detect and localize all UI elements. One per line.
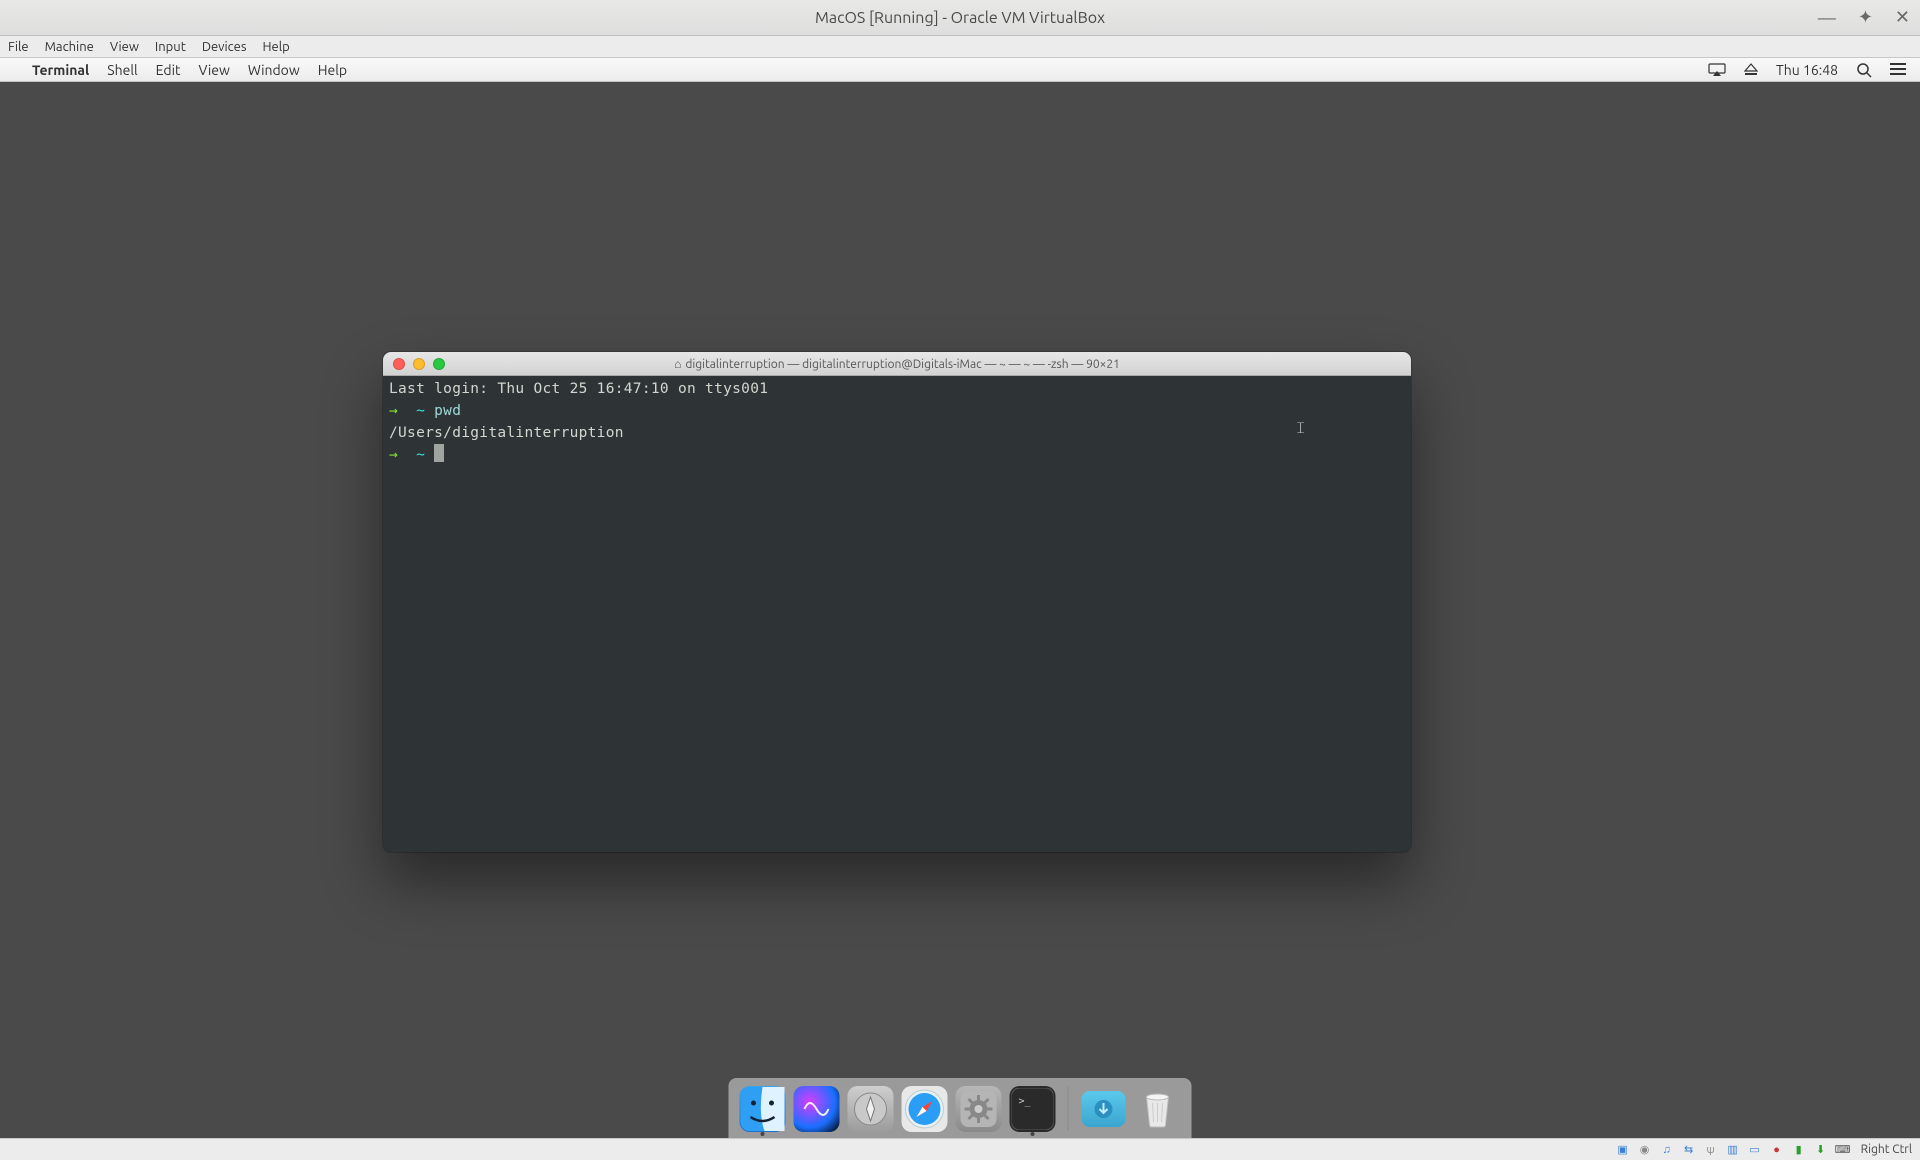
prompt-arrow: → [389, 447, 398, 463]
terminal-close-button[interactable] [393, 358, 405, 370]
dock-siri[interactable] [794, 1086, 840, 1132]
vbox-status-usb-icon[interactable]: ψ [1703, 1142, 1719, 1158]
dock-trash[interactable] [1135, 1086, 1181, 1132]
vbox-status-network-icon[interactable]: ⇆ [1681, 1142, 1697, 1158]
minimize-button[interactable]: — [1818, 8, 1836, 28]
prompt-dir: ~ [416, 403, 425, 419]
virtualbox-titlebar: MacOS [Running] - Oracle VM VirtualBox —… [0, 0, 1920, 36]
vbox-status-optical-icon[interactable]: ◉ [1637, 1142, 1653, 1158]
vbox-status-display-icon[interactable]: ▭ [1747, 1142, 1763, 1158]
virtualbox-title: MacOS [Running] - Oracle VM VirtualBox [815, 9, 1105, 27]
terminal-output-1: /Users/digitalinterruption [389, 425, 624, 441]
terminal-title: ⌂digitalinterruption — digitalinterrupti… [383, 357, 1411, 371]
terminal-titlebar[interactable]: ⌂digitalinterruption — digitalinterrupti… [383, 352, 1411, 376]
dock-downloads[interactable] [1081, 1086, 1127, 1132]
dock-indicator [1031, 1132, 1035, 1136]
virtualbox-statusbar: ▣ ◉ ♫ ⇆ ψ ▥ ▭ ● ▮ ⬇ ⌨ Right Ctrl [0, 1138, 1920, 1160]
prompt-arrow: → [389, 403, 398, 419]
vbox-status-hdd-icon[interactable]: ▣ [1615, 1142, 1631, 1158]
svg-text:>_: >_ [1019, 1096, 1032, 1107]
vbox-menu-machine[interactable]: Machine [45, 40, 94, 54]
vbox-menu-help[interactable]: Help [263, 40, 290, 54]
dock-indicator [761, 1132, 765, 1136]
mac-menu-app[interactable]: Terminal [32, 62, 89, 78]
vbox-status-shared-folders-icon[interactable]: ▥ [1725, 1142, 1741, 1158]
vbox-menu-devices[interactable]: Devices [202, 40, 247, 54]
mac-menu-edit[interactable]: Edit [156, 62, 181, 78]
prompt-dir: ~ [416, 447, 425, 463]
vbox-menu-file[interactable]: File [8, 40, 29, 54]
vbox-status-keyboard-icon[interactable]: ⌨ [1835, 1142, 1851, 1158]
terminal-body[interactable]: Last login: Thu Oct 25 16:47:10 on ttys0… [383, 376, 1411, 852]
mac-menu-window[interactable]: Window [248, 62, 300, 78]
virtualbox-window-controls: — ✦ ✕ [1818, 0, 1910, 35]
notification-center-icon[interactable] [1890, 62, 1906, 78]
terminal-maximize-button[interactable] [433, 358, 445, 370]
vbox-status-mouse-icon[interactable]: ⬇ [1813, 1142, 1829, 1158]
menu-clock[interactable]: Thu 16:48 [1776, 62, 1838, 78]
mac-dock: >_ [729, 1078, 1192, 1138]
terminal-command-1: pwd [434, 403, 461, 419]
dock-system-preferences[interactable] [956, 1086, 1002, 1132]
airplay-icon[interactable] [1708, 63, 1726, 77]
vbox-host-key[interactable]: Right Ctrl [1861, 1143, 1912, 1156]
mac-menu-help[interactable]: Help [318, 62, 347, 78]
dock-finder[interactable] [740, 1086, 786, 1132]
vbox-menu-view[interactable]: View [110, 40, 139, 54]
mac-menu-shell[interactable]: Shell [107, 62, 137, 78]
vbox-menu-input[interactable]: Input [155, 40, 186, 54]
virtualbox-menubar: File Machine View Input Devices Help [0, 36, 1920, 58]
close-button[interactable]: ✕ [1895, 7, 1910, 28]
spotlight-icon[interactable] [1856, 62, 1872, 78]
mac-menu-view[interactable]: View [199, 62, 230, 78]
terminal-traffic-lights [393, 358, 445, 370]
vbox-status-audio-icon[interactable]: ♫ [1659, 1142, 1675, 1158]
dock-separator [1068, 1087, 1069, 1131]
mac-desktop[interactable]: ⌂digitalinterruption — digitalinterrupti… [0, 82, 1920, 1138]
terminal-last-login: Last login: Thu Oct 25 16:47:10 on ttys0… [389, 381, 768, 397]
terminal-window[interactable]: ⌂digitalinterruption — digitalinterrupti… [383, 352, 1411, 852]
terminal-cursor [434, 444, 444, 462]
vbox-status-recording-icon[interactable]: ● [1769, 1142, 1785, 1158]
mac-menubar: Terminal Shell Edit View Window Help Thu… [0, 58, 1920, 82]
eject-icon[interactable] [1744, 63, 1758, 77]
terminal-minimize-button[interactable] [413, 358, 425, 370]
vbox-status-cpu-icon[interactable]: ▮ [1791, 1142, 1807, 1158]
dock-launchpad[interactable] [848, 1086, 894, 1132]
dock-safari[interactable] [902, 1086, 948, 1132]
home-icon: ⌂ [674, 358, 681, 371]
dock-terminal[interactable]: >_ [1010, 1086, 1056, 1132]
maximize-button[interactable]: ✦ [1858, 7, 1873, 28]
